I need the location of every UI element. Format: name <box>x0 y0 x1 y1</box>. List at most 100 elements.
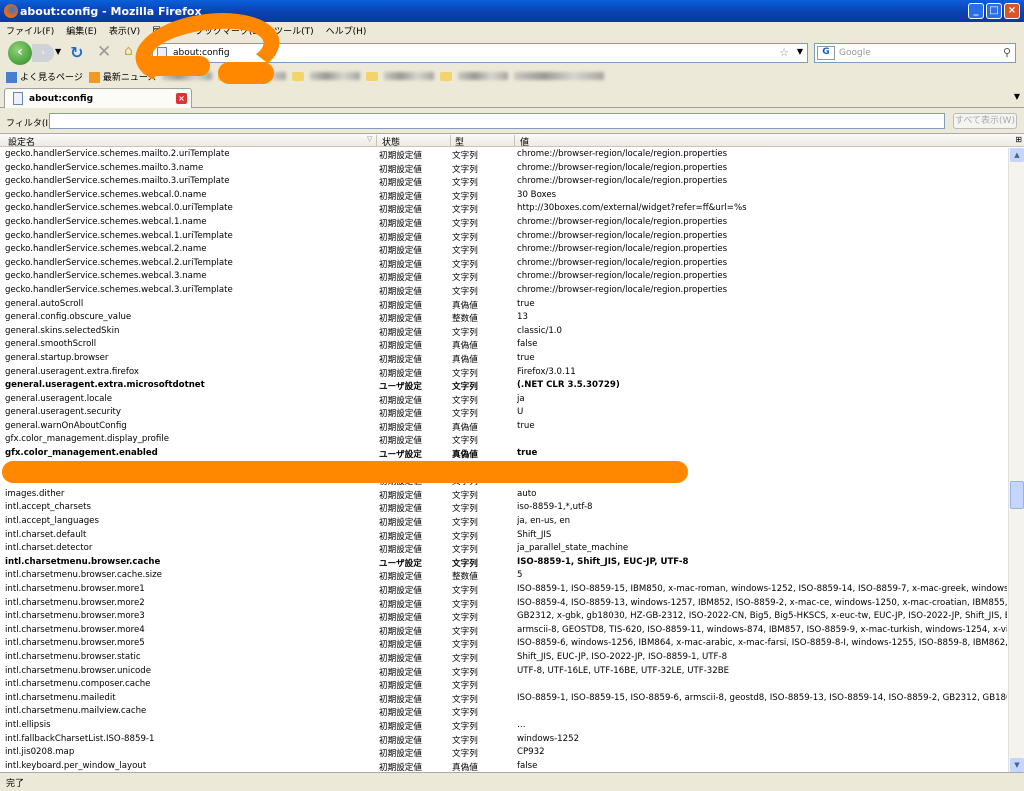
table-row[interactable]: general.config.obscure_value 初期設定値 整数値 13 <box>0 311 1008 325</box>
table-row[interactable]: gecko.handlerService.schemes.webcal.1.na… <box>0 216 1008 230</box>
table-row[interactable]: intl.ellipsis 初期設定値 文字列… <box>0 719 1008 733</box>
table-row[interactable]: intl.charset.detector 初期設定値 文字列 ja_parallel… <box>0 542 1008 556</box>
menu-view[interactable]: 表示(V) <box>109 24 140 37</box>
table-row[interactable]: intl.charsetmenu.browser.more1 初期設定値 文字列 IS… <box>0 583 1008 597</box>
column-header-type[interactable]: 型 <box>455 135 464 148</box>
folder-icon[interactable] <box>218 71 231 81</box>
close-button[interactable]: × <box>1004 3 1020 19</box>
table-row[interactable]: intl.charsetmenu.browser.more3 初期設定値 文字列 GB… <box>0 610 1008 624</box>
column-picker-icon[interactable]: ⊞ <box>1015 135 1022 144</box>
table-row[interactable]: intl.charsetmenu.browser.static 初期設定値 文字列 S… <box>0 651 1008 665</box>
maximize-button[interactable]: □ <box>986 3 1002 19</box>
back-button[interactable]: ‹ <box>8 41 32 65</box>
blurred-bookmark[interactable] <box>458 72 509 80</box>
table-row[interactable]: general.skins.selectedSkin 初期設定値 文字列 classi… <box>0 325 1008 339</box>
table-row[interactable]: general.smoothScroll 初期設定値 真偽値 false <box>0 338 1008 352</box>
table-row[interactable]: images.dither 初期設定値 文字列 auto <box>0 488 1008 502</box>
show-all-button[interactable]: すべて表示(W) <box>953 113 1017 129</box>
column-divider[interactable] <box>450 135 451 146</box>
vertical-scrollbar[interactable]: ▲ ▼ <box>1008 148 1024 772</box>
table-row[interactable]: general.useragent.locale 初期設定値 文字列 ja <box>0 393 1008 407</box>
tab-list-dropdown-icon[interactable]: ▼ <box>1014 92 1020 101</box>
filter-input[interactable] <box>49 113 945 129</box>
table-row[interactable]: intl.charsetmenu.composer.cache 初期設定値 文字列 <box>0 678 1008 692</box>
blurred-bookmark[interactable] <box>514 72 605 80</box>
table-row[interactable]: gfx.color_management.enabled ユーザ設定 真偽値 true <box>0 447 1008 461</box>
folder-icon[interactable] <box>292 71 305 81</box>
tab-about-config[interactable]: about:config × <box>4 88 192 108</box>
pref-status: 初期設定値 <box>379 191 422 202</box>
table-row[interactable]: intl.charsetmenu.browser.cache ユーザ設定 文字列 IS… <box>0 556 1008 570</box>
menu-bookmarks[interactable]: ブックマーク(B) <box>195 24 262 37</box>
table-row[interactable]: intl.jis0208.map 初期設定値 文字列 CP932 <box>0 746 1008 760</box>
table-row[interactable]: gecko.handlerService.schemes.webcal.3.na… <box>0 270 1008 284</box>
menu-history[interactable]: 履歴(S) <box>152 24 183 37</box>
menu-help[interactable]: ヘルプ(H) <box>326 24 367 37</box>
table-row[interactable]: gecko.handlerService.schemes.mailto.2.ur… <box>0 148 1008 162</box>
table-row[interactable] <box>0 461 1008 475</box>
table-row[interactable]: intl.charsetmenu.mailedit 初期設定値 文字列 ISO-885… <box>0 692 1008 706</box>
history-dropdown-icon[interactable]: ▼ <box>55 47 61 56</box>
search-input[interactable]: G Google ⚲ <box>814 43 1016 63</box>
stop-icon[interactable]: ✕ <box>97 42 111 62</box>
table-row[interactable]: 初期設定値 文字列 <box>0 474 1008 488</box>
scroll-up-icon[interactable]: ▲ <box>1010 148 1024 162</box>
minimize-button[interactable]: _ <box>968 3 984 19</box>
table-row[interactable]: intl.charsetmenu.browser.more4 初期設定値 文字列 ar… <box>0 624 1008 638</box>
blurred-bookmark[interactable] <box>384 72 435 80</box>
home-icon[interactable]: ⌂ <box>124 43 133 59</box>
table-row[interactable]: intl.charsetmenu.mailview.cache 初期設定値 文字列 <box>0 705 1008 719</box>
menu-edit[interactable]: 編集(E) <box>66 24 97 37</box>
table-row[interactable]: general.warnOnAboutConfig 初期設定値 真偽値 true <box>0 420 1008 434</box>
column-divider[interactable] <box>376 135 377 146</box>
blurred-bookmark[interactable] <box>310 72 361 80</box>
folder-icon[interactable] <box>440 71 453 81</box>
table-row[interactable]: gecko.handlerService.schemes.mailto.3.na… <box>0 162 1008 176</box>
table-row[interactable]: intl.charsetmenu.browser.more2 初期設定値 文字列 IS… <box>0 597 1008 611</box>
table-row[interactable]: intl.accept_languages 初期設定値 文字列 ja, en-us, … <box>0 515 1008 529</box>
bookmark-latest-news[interactable]: 最新ニュース <box>88 70 156 83</box>
column-header-name[interactable]: 設定名 <box>8 135 35 148</box>
table-row[interactable]: gecko.handlerService.schemes.webcal.2.na… <box>0 243 1008 257</box>
reload-icon[interactable]: ↻ <box>70 43 83 62</box>
scroll-down-icon[interactable]: ▼ <box>1010 758 1024 772</box>
table-row[interactable]: gecko.handlerService.schemes.webcal.0.ur… <box>0 202 1008 216</box>
table-row[interactable]: general.autoScroll 初期設定値 真偽値 true <box>0 298 1008 312</box>
column-header-status[interactable]: 状態 <box>382 135 400 148</box>
folder-icon[interactable] <box>366 71 379 81</box>
close-tab-icon[interactable]: × <box>176 93 187 104</box>
bookmark-most-visited[interactable]: よく見るページ <box>6 70 83 83</box>
table-row[interactable]: intl.charsetmenu.browser.unicode 初期設定値 文字列… <box>0 665 1008 679</box>
table-row[interactable]: intl.charsetmenu.browser.cache.size 初期設定値… <box>0 569 1008 583</box>
table-row[interactable]: gecko.handlerService.schemes.mailto.3.ur… <box>0 175 1008 189</box>
pref-type: 文字列 <box>452 205 478 216</box>
scrollbar-thumb[interactable] <box>1010 481 1024 509</box>
blurred-bookmark[interactable] <box>236 72 287 80</box>
menu-tools[interactable]: ツール(T) <box>274 24 314 37</box>
blurred-bookmark[interactable] <box>162 72 213 80</box>
table-row[interactable]: intl.fallbackCharsetList.ISO-8859-1 初期設定値… <box>0 733 1008 747</box>
table-row[interactable]: general.useragent.security 初期設定値 文字列 U <box>0 406 1008 420</box>
pref-status: 初期設定値 <box>379 477 422 488</box>
table-row[interactable]: gecko.handlerService.schemes.webcal.1.ur… <box>0 230 1008 244</box>
bookmark-star-icon[interactable]: ☆ <box>779 46 789 59</box>
search-icon[interactable]: ⚲ <box>1003 46 1011 59</box>
table-row[interactable]: intl.keyboard.per_window_layout 初期設定値 真偽値 f… <box>0 760 1008 772</box>
forward-button[interactable]: › <box>32 44 54 62</box>
url-dropdown-icon[interactable]: ▼ <box>797 47 803 56</box>
search-engine-icon[interactable]: G <box>817 46 835 60</box>
table-row[interactable]: intl.charset.default 初期設定値 文字列 Shift_JIS <box>0 529 1008 543</box>
table-row[interactable]: gfx.color_management.display_profile 初期設定… <box>0 433 1008 447</box>
table-row[interactable]: intl.accept_charsets 初期設定値 文字列 iso-8859-1,*… <box>0 501 1008 515</box>
table-row[interactable]: intl.charsetmenu.browser.more5 初期設定値 文字列 IS… <box>0 637 1008 651</box>
menu-file[interactable]: ファイル(F) <box>6 24 54 37</box>
table-row[interactable]: general.useragent.extra.microsoftdotnet ユ… <box>0 379 1008 393</box>
column-divider[interactable] <box>514 135 515 146</box>
table-row[interactable]: gecko.handlerService.schemes.webcal.2.ur… <box>0 257 1008 271</box>
table-row[interactable]: gecko.handlerService.schemes.webcal.0.na… <box>0 189 1008 203</box>
table-row[interactable]: gecko.handlerService.schemes.webcal.3.ur… <box>0 284 1008 298</box>
url-bar[interactable]: about:config ☆ ▼ <box>152 43 808 63</box>
column-header-value[interactable]: 値 <box>520 135 529 148</box>
table-row[interactable]: general.startup.browser 初期設定値 真偽値 true <box>0 352 1008 366</box>
table-row[interactable]: general.useragent.extra.firefox 初期設定値 文字列 F… <box>0 366 1008 380</box>
